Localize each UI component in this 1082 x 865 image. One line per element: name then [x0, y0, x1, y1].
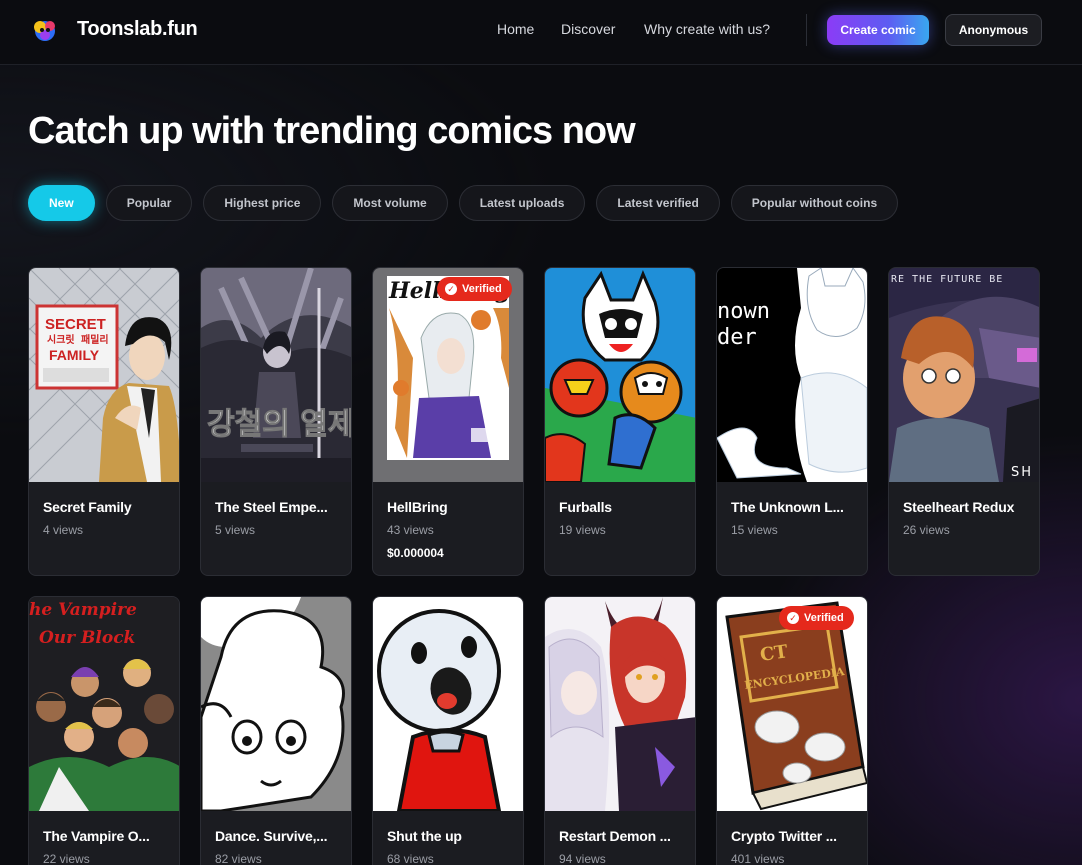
cover-title-text: SECRET	[45, 316, 106, 333]
check-icon: ✓	[787, 612, 799, 624]
comic-title[interactable]: HellBring	[387, 499, 513, 515]
comic-card[interactable]: HellBring ✓ Verified HellBring 43 views …	[372, 267, 524, 576]
comic-card[interactable]: RE THE FUTURE BE SH Steelheart Redux 26 …	[888, 267, 1040, 576]
comic-views: 43 views	[387, 523, 434, 537]
cover-title-text: he Vampire	[29, 600, 137, 620]
comic-card[interactable]: Restart Demon ... 94 views	[544, 596, 696, 865]
cover-banner-text: RE THE FUTURE BE	[891, 274, 1003, 285]
comic-title[interactable]: Furballs	[559, 499, 685, 515]
comic-title[interactable]: Steelheart Redux	[903, 499, 1029, 515]
page-title: Catch up with trending comics now	[28, 110, 636, 152]
comic-views: 22 views	[43, 852, 90, 865]
cover-title-text: der	[717, 325, 757, 350]
check-icon: ✓	[445, 283, 457, 295]
comic-title[interactable]: Restart Demon ...	[559, 828, 685, 844]
top-header: Toonslab.fun Home Discover Why create wi…	[0, 0, 1082, 65]
cover-title-text: Our Block	[39, 628, 135, 648]
filter-latest-verified-chip[interactable]: Latest verified	[596, 185, 720, 221]
comic-card[interactable]: nown der The Unknown L... 15 views	[716, 267, 868, 576]
toonslab-logo-icon[interactable]	[31, 16, 59, 44]
comic-views: 19 views	[559, 523, 606, 537]
comic-card[interactable]: CT ENCYCLOPEDIA ✓ Verified Crypto Twitte…	[716, 596, 868, 865]
filter-chips: New Popular Highest price Most volume La…	[28, 185, 899, 221]
brand-name[interactable]: Toonslab.fun	[77, 18, 198, 41]
comic-title[interactable]: Shut the up	[387, 828, 513, 844]
comic-cover-image[interactable]	[201, 597, 351, 811]
verified-badge: ✓ Verified	[437, 277, 512, 301]
comic-views: 68 views	[387, 852, 434, 865]
comic-views: 15 views	[731, 523, 778, 537]
comic-cover-image[interactable]: RE THE FUTURE BE SH	[889, 268, 1039, 482]
comic-title[interactable]: Secret Family	[43, 499, 169, 515]
cover-subtitle-text: 시크릿	[47, 334, 75, 346]
nav-discover-link[interactable]: Discover	[561, 21, 615, 37]
comic-card[interactable]: Furballs 19 views	[544, 267, 696, 576]
comic-views: 82 views	[215, 852, 262, 865]
comic-views: 5 views	[215, 523, 256, 537]
verified-badge-label: Verified	[462, 283, 502, 295]
comic-views: 94 views	[559, 852, 606, 865]
comic-title[interactable]: Crypto Twitter ...	[731, 828, 857, 844]
cover-title-text: FAMILY	[49, 347, 100, 363]
comic-cover-image[interactable]: 강철의 열제	[201, 268, 352, 482]
cover-title-text: nown	[717, 299, 770, 324]
filter-popular-chip[interactable]: Popular	[105, 185, 193, 221]
filter-popular-without-coins-chip[interactable]: Popular without coins	[730, 185, 899, 221]
comic-title[interactable]: The Unknown L...	[731, 499, 857, 515]
nav-home-link[interactable]: Home	[497, 21, 534, 37]
comic-cover-image[interactable]: SECRET 시크릿 패밀리 FAMILY	[29, 268, 179, 482]
comic-title[interactable]: The Steel Empe...	[215, 499, 341, 515]
comic-cover-image[interactable]: nown der	[717, 268, 867, 482]
comic-cover-image[interactable]	[373, 597, 523, 811]
comic-title[interactable]: Dance. Survive,...	[215, 828, 341, 844]
comic-cover-image[interactable]	[545, 268, 695, 482]
comic-views: 26 views	[903, 523, 950, 537]
comic-card[interactable]: he Vampire Our Block The Vampire O... 22…	[28, 596, 180, 865]
nav-why-create-link[interactable]: Why create with us?	[644, 21, 770, 37]
comic-title[interactable]: The Vampire O...	[43, 828, 169, 844]
cover-title-text: 강철의 열제	[207, 407, 352, 442]
comic-card[interactable]: Shut the up 68 views	[372, 596, 524, 865]
filter-most-volume-chip[interactable]: Most volume	[332, 185, 448, 221]
cover-subtitle-text: 패밀리	[81, 333, 109, 346]
comic-card[interactable]: 강철의 열제 The Steel Empe... 5 views	[200, 267, 352, 576]
cover-corner-text: SH	[1011, 465, 1033, 480]
comic-price: $0.000004	[387, 546, 444, 560]
cover-title-text: CT	[759, 641, 790, 666]
nav-divider	[806, 14, 807, 46]
comic-card[interactable]: Dance. Survive,... 82 views	[200, 596, 352, 865]
comic-views: 401 views	[731, 852, 785, 865]
verified-badge: ✓ Verified	[779, 606, 854, 630]
user-account-button[interactable]: Anonymous	[945, 14, 1042, 46]
comic-cover-image[interactable]: he Vampire Our Block	[29, 597, 179, 811]
comic-cover-image[interactable]	[545, 597, 695, 811]
filter-latest-uploads-chip[interactable]: Latest uploads	[458, 185, 586, 221]
comic-card[interactable]: SECRET 시크릿 패밀리 FAMILY Secret Family 4 vi…	[28, 267, 180, 576]
comic-views: 4 views	[43, 523, 84, 537]
create-comic-button[interactable]: Create comic	[827, 15, 929, 45]
filter-new-chip[interactable]: New	[28, 185, 95, 221]
filter-highest-price-chip[interactable]: Highest price	[203, 185, 322, 221]
verified-badge-label: Verified	[804, 612, 844, 624]
